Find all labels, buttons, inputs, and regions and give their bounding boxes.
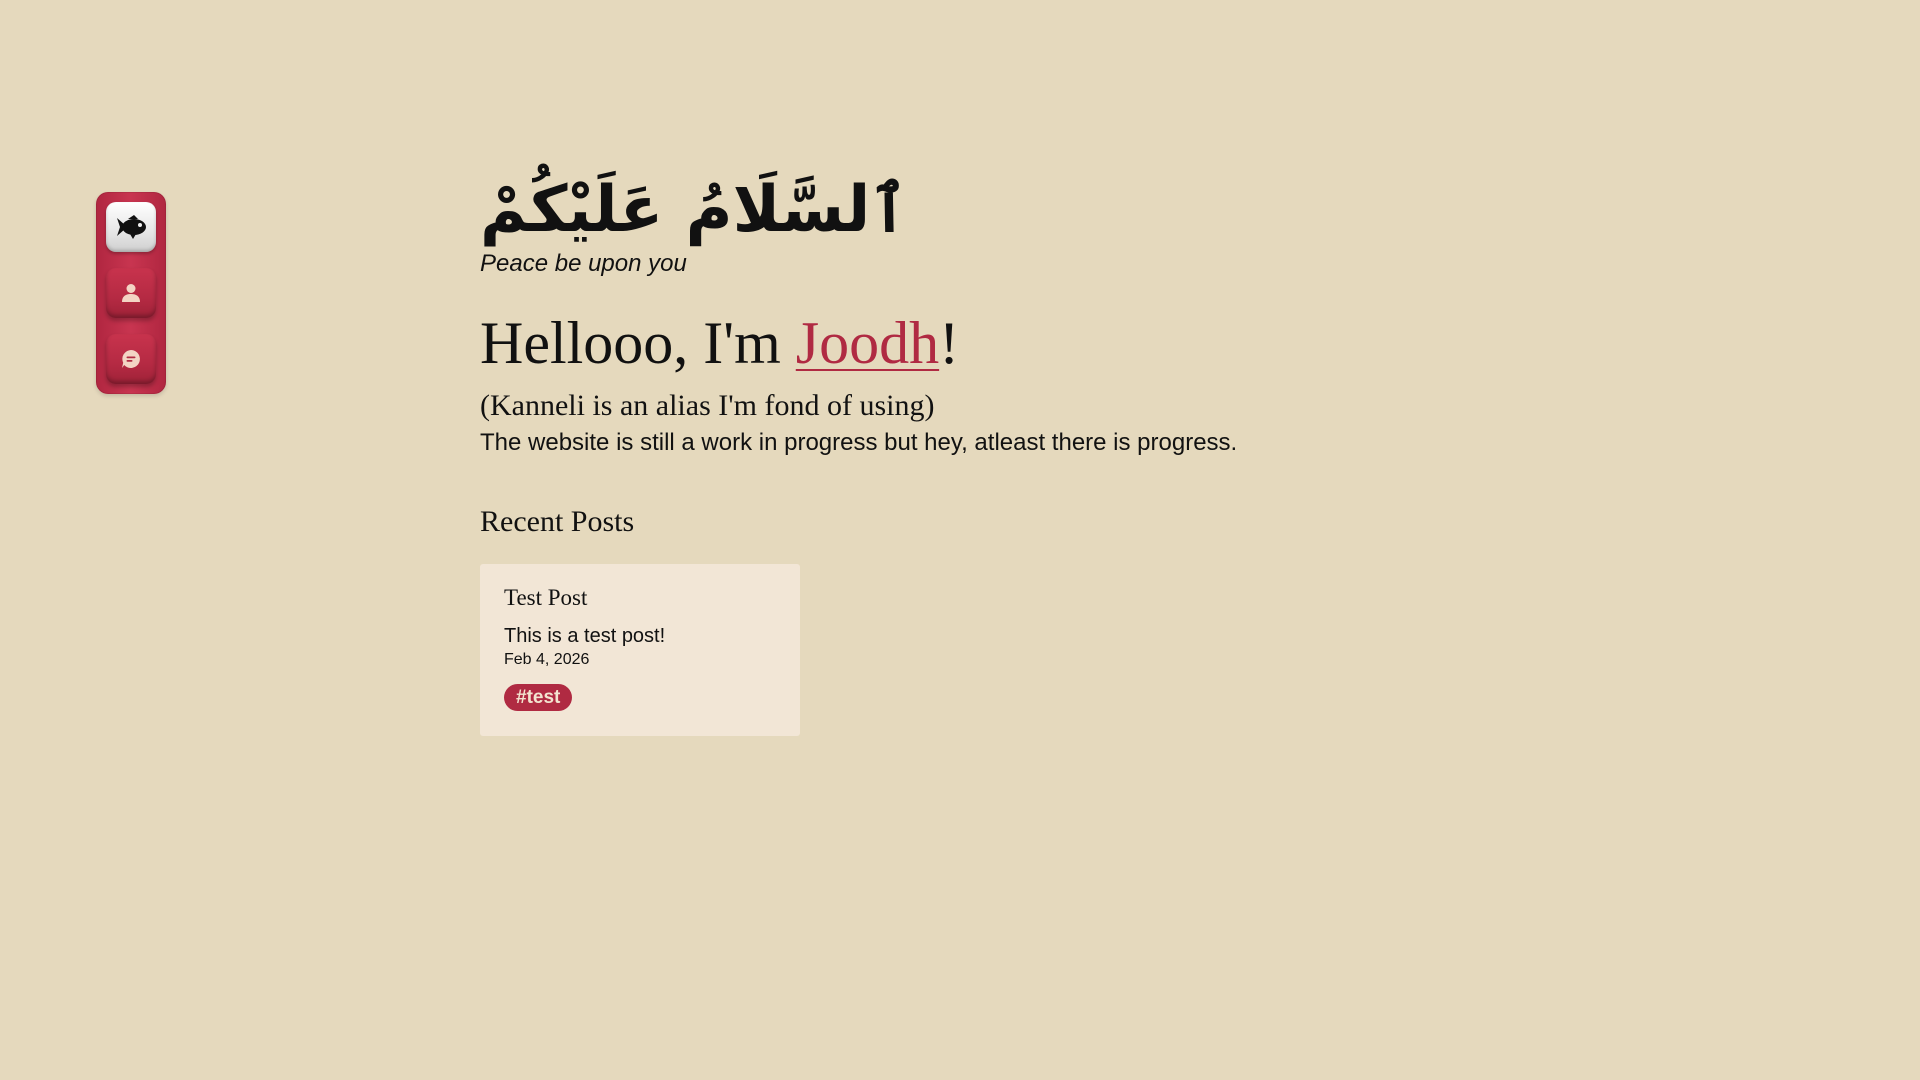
greeting-arabic-wrap: ٱلسَّلَامُ عَلَيْكُمْ [480,170,1480,250]
sidebar-dock [96,192,166,394]
person-icon [120,282,142,304]
alias-note: (Kanneli is an alias I'm fond of using) [480,389,935,422]
greeting-translation: Peace be upon you [480,250,687,277]
name-link[interactable]: Joodh [796,310,939,376]
hello-prefix: Hellooo, I'm [480,310,796,376]
post-card[interactable]: Test Post This is a test post! Feb 4, 20… [480,564,800,736]
hello-suffix: ! [939,310,960,376]
hello-heading: Hellooo, I'm Joodh! [480,308,1480,378]
recent-posts-heading: Recent Posts [480,505,635,538]
greeting-arabic: ٱلسَّلَامُ عَلَيْكُمْ [480,173,908,247]
post-date: Feb 4, 2026 [504,651,590,668]
main-content: ٱلسَّلَامُ عَلَيْكُمْ Peace be upon you … [480,170,1480,736]
post-description: This is a test post! [504,625,666,647]
fish-icon [114,214,148,240]
about-button[interactable] [106,268,156,318]
status-note: The website is still a work in progress … [480,429,1238,456]
post-title: Test Post [504,585,588,610]
home-button[interactable] [106,202,156,252]
chat-button[interactable] [106,334,156,384]
post-tag[interactable]: #test [504,684,573,711]
chat-bubble-icon [120,348,142,370]
